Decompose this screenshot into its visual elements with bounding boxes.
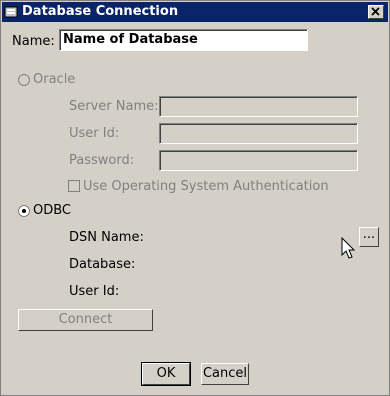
database-icon	[4, 6, 18, 18]
close-button[interactable]	[368, 5, 384, 19]
database-label: Database:	[69, 257, 136, 272]
radio-selected-dot	[22, 209, 26, 213]
dsn-name-label: DSN Name:	[69, 230, 144, 245]
server-name-label: Server Name:	[69, 99, 159, 114]
window-title: Database Connection	[22, 4, 179, 19]
ok-button[interactable]: OK	[141, 362, 191, 386]
title-bar[interactable]: Database Connection	[2, 2, 388, 22]
odbc-user-id-label: User Id:	[69, 284, 120, 299]
oracle-user-id-input[interactable]	[159, 123, 358, 144]
password-input[interactable]	[159, 150, 358, 171]
name-input[interactable]: Name of Database	[59, 29, 308, 51]
oracle-label: Oracle	[33, 72, 76, 87]
name-label: Name:	[12, 34, 55, 49]
odbc-label: ODBC	[33, 203, 72, 218]
connect-button[interactable]: Connect	[18, 309, 153, 331]
odbc-radio[interactable]	[18, 205, 30, 217]
database-connection-dialog: Database Connection Name: Name of Databa…	[0, 0, 390, 396]
browse-dsn-button[interactable]: ...	[359, 227, 379, 247]
oracle-user-id-label: User Id:	[69, 126, 120, 141]
cancel-button[interactable]: Cancel	[201, 363, 249, 385]
close-icon	[371, 7, 380, 16]
server-name-input[interactable]	[159, 96, 358, 117]
password-label: Password:	[69, 153, 135, 168]
os-auth-checkbox[interactable]	[68, 180, 80, 192]
mouse-pointer-icon	[341, 237, 356, 259]
os-auth-label: Use Operating System Authentication	[83, 179, 329, 194]
oracle-radio[interactable]	[18, 74, 30, 86]
